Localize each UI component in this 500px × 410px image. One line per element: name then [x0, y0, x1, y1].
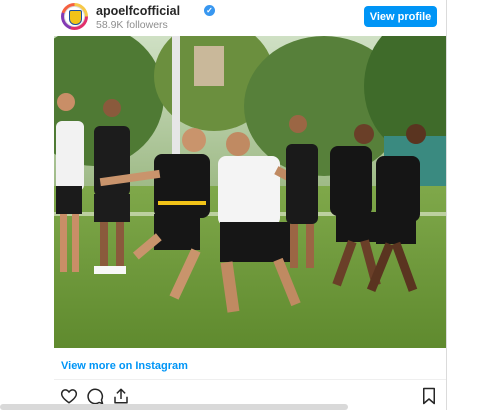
view-more-row: View more on Instagram — [54, 348, 446, 380]
view-profile-button[interactable]: View profile — [364, 6, 437, 27]
club-crest-icon — [64, 6, 85, 27]
post-header: apoelfcofficial ✓ 58.9K followers View p… — [54, 0, 446, 36]
heart-icon[interactable] — [60, 387, 78, 405]
left-page-margin — [0, 0, 55, 410]
follower-count: 58.9K followers — [96, 19, 168, 31]
bookmark-icon[interactable] — [420, 387, 438, 405]
crest-shield-icon — [69, 10, 82, 25]
post-photo[interactable] — [54, 36, 446, 348]
right-page-margin — [446, 0, 500, 410]
share-icon[interactable] — [112, 387, 130, 405]
horizontal-scrollbar[interactable] — [0, 404, 348, 410]
verified-badge-icon: ✓ — [204, 5, 215, 16]
instagram-embed: apoelfcofficial ✓ 58.9K followers View p… — [54, 0, 446, 410]
comment-icon[interactable] — [86, 387, 104, 405]
view-more-link[interactable]: View more on Instagram — [61, 360, 188, 372]
avatar[interactable] — [61, 3, 88, 30]
username-link[interactable]: apoelfcofficial — [96, 4, 180, 18]
